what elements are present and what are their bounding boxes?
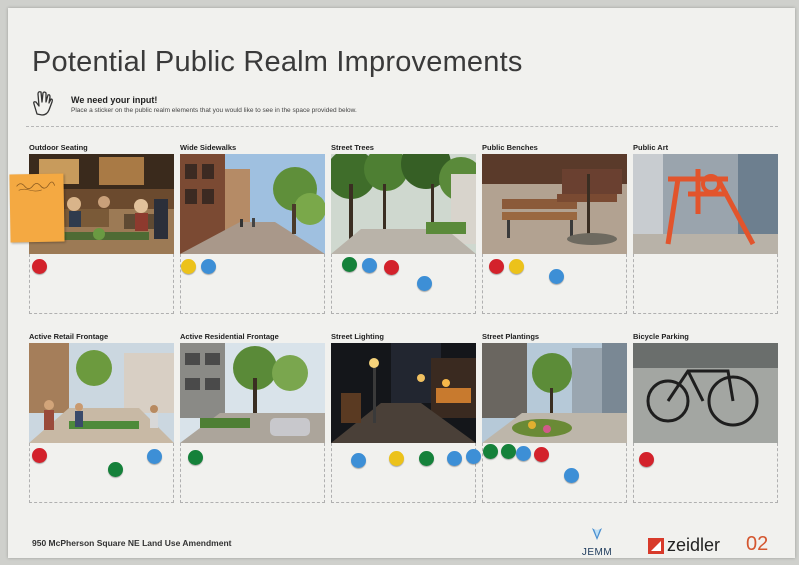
sticker-dot: [549, 269, 564, 284]
sticker-dot: [32, 259, 47, 274]
active-residential-frontage-photo: [180, 343, 325, 443]
sticker-dot: [419, 451, 434, 466]
card-label: Public Benches: [482, 143, 538, 152]
zeidler-logo-text: zeidler: [667, 535, 721, 555]
zeidler-logo: zeidler: [648, 535, 720, 556]
sticker-dot: [501, 444, 516, 459]
sticker-dot: [534, 447, 549, 462]
card-public-art: Public Art: [633, 142, 778, 314]
sticker-dot: [483, 444, 498, 459]
card-label: Street Lighting: [331, 332, 384, 341]
sticker-dot: [342, 257, 357, 272]
sticker-area[interactable]: [633, 254, 778, 314]
card-public-benches: Public Benches: [482, 142, 627, 314]
wide-sidewalks-photo: [180, 154, 325, 254]
sticker-area[interactable]: [633, 443, 778, 503]
public-benches-photo: [482, 154, 627, 254]
sticker-dot: [147, 449, 162, 464]
divider: [26, 126, 778, 127]
hand-pointer-icon: [33, 91, 53, 116]
sticker-area[interactable]: [482, 254, 627, 314]
sticker-dot: [489, 259, 504, 274]
project-name: 950 McPherson Square NE Land Use Amendme…: [32, 538, 232, 548]
sticker-dot: [188, 450, 203, 465]
sticker-area[interactable]: [29, 443, 174, 503]
sticker-dot: [516, 446, 531, 461]
jemm-logo-icon: [592, 528, 602, 540]
input-instructions: Place a sticker on the public realm elem…: [71, 107, 357, 114]
page-number: 02: [746, 533, 769, 555]
card-label: Public Art: [633, 143, 669, 152]
public-art-photo: [633, 154, 778, 254]
sticker-dot: [181, 259, 196, 274]
card-label: Active Retail Frontage: [29, 332, 109, 341]
sticker-dot: [639, 452, 654, 467]
sticker-area[interactable]: [180, 254, 325, 314]
card-bicycle-parking: Bicycle Parking: [633, 331, 778, 503]
sticker-dot: [201, 259, 216, 274]
card-street-trees: Street Trees: [331, 142, 476, 314]
active-retail-frontage-photo: [29, 343, 174, 443]
sticker-dot: [564, 468, 579, 483]
sticker-area[interactable]: [331, 443, 481, 503]
sticker-dot: [362, 258, 377, 273]
sticker-dot: [389, 451, 404, 466]
sticker-dot: [417, 276, 432, 291]
sticker-area[interactable]: [482, 443, 627, 503]
sticky-note: [9, 173, 65, 243]
card-street-lighting: Street Lighting: [331, 331, 481, 503]
street-trees-photo: [331, 154, 476, 254]
card-wide-sidewalks: Wide Sidewalks: [180, 142, 325, 314]
sticker-dot: [447, 451, 462, 466]
sticker-dot: [108, 462, 123, 477]
page-title: Potential Public Realm Improvements: [32, 46, 523, 78]
card-active-residential-frontage: Active Residential Frontage: [180, 331, 325, 503]
card-label: Wide Sidewalks: [180, 143, 237, 152]
engagement-board: Potential Public Realm Improvements We n…: [8, 8, 795, 558]
jemm-logo-text: JEMM: [581, 547, 613, 558]
sticker-dot: [466, 449, 481, 464]
sticker-area[interactable]: [29, 254, 174, 314]
card-street-plantings: Street Plantings: [482, 331, 627, 503]
zeidler-logo-icon: [648, 537, 664, 554]
sticker-area[interactable]: [331, 254, 476, 314]
card-label: Street Plantings: [482, 332, 540, 341]
sticker-dot: [32, 448, 47, 463]
bicycle-parking-photo: [633, 343, 778, 443]
card-label: Active Residential Frontage: [180, 332, 279, 341]
sticker-dot: [351, 453, 366, 468]
jemm-logo: JEMM: [575, 526, 619, 558]
card-label: Outdoor Seating: [29, 143, 88, 152]
street-plantings-photo: [482, 343, 627, 443]
input-heading: We need your input!: [71, 95, 158, 105]
card-label: Street Trees: [331, 143, 374, 152]
sticker-area[interactable]: [180, 443, 325, 503]
street-lighting-photo: [331, 343, 476, 443]
handwriting-scribble: [16, 181, 55, 192]
sticker-dot: [384, 260, 399, 275]
card-label: Bicycle Parking: [633, 332, 689, 341]
sticker-dot: [509, 259, 524, 274]
card-active-retail-frontage: Active Retail Frontage: [29, 331, 174, 503]
